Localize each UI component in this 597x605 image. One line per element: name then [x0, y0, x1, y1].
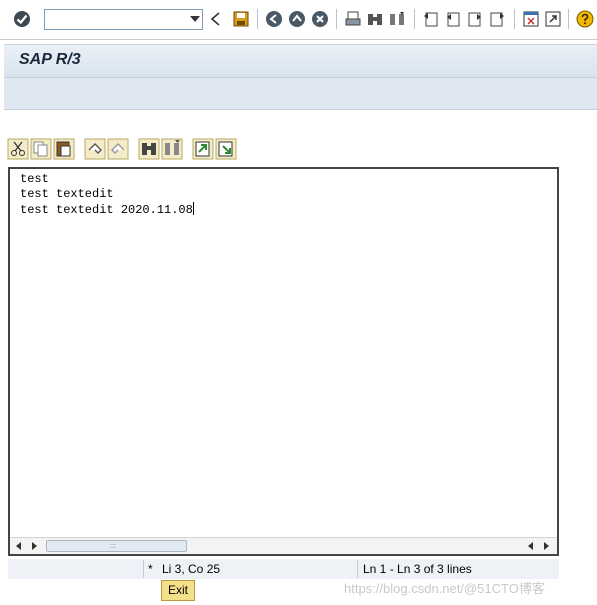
toolbar-separator: [257, 9, 258, 29]
line-count: Ln 1 - Ln 3 of 3 lines: [363, 562, 472, 576]
create-session-icon[interactable]: [522, 10, 540, 28]
watermark: https://blog.csdn.net/@51CTO博客: [344, 581, 545, 596]
help-icon[interactable]: [576, 10, 594, 28]
modified-marker: *: [148, 562, 153, 576]
paste-icon[interactable]: [53, 138, 75, 160]
toolbar-separator: [336, 9, 337, 29]
save-icon[interactable]: [232, 10, 250, 28]
find-next-icon[interactable]: [388, 10, 406, 28]
cut-icon[interactable]: [7, 138, 29, 160]
text-editor[interactable]: test test textedit test textedit 2020.11.0…: [8, 167, 559, 556]
command-input[interactable]: [49, 12, 181, 27]
load-local-file-icon[interactable]: [192, 138, 214, 160]
previous-page-icon[interactable]: [444, 10, 462, 28]
redo-icon[interactable]: [107, 138, 129, 160]
chevron-down-icon[interactable]: [190, 16, 200, 22]
scroll-left-icon[interactable]: [16, 542, 21, 550]
scroll-right-icon[interactable]: [32, 542, 37, 550]
first-page-icon[interactable]: [422, 10, 440, 28]
cursor-position: Li 3, Co 25: [162, 562, 221, 576]
find-next-icon[interactable]: [161, 138, 183, 160]
print-icon[interactable]: [344, 10, 362, 28]
system-toolbar: [0, 0, 597, 40]
application-toolbar: [4, 77, 597, 110]
editor-line: test textedit 2020.11.08: [20, 203, 193, 217]
text-cursor: [192, 202, 194, 215]
cancel-icon[interactable]: [311, 10, 329, 28]
save-local-file-icon[interactable]: [215, 138, 237, 160]
page-title: SAP R/3: [19, 51, 81, 68]
status-divider: [357, 560, 358, 578]
editor-text[interactable]: test test textedit test textedit 2020.11.0…: [20, 172, 194, 218]
next-page-icon[interactable]: [466, 10, 484, 28]
scroll-left-end-icon[interactable]: [528, 542, 533, 550]
back-arrow-icon[interactable]: [265, 10, 283, 28]
horizontal-scrollbar[interactable]: :::: [10, 537, 557, 554]
back-icon[interactable]: [207, 10, 225, 28]
create-shortcut-icon[interactable]: [544, 10, 562, 28]
copy-icon[interactable]: [30, 138, 52, 160]
editor-line-current: test textedit 2020.11.08: [20, 202, 194, 218]
last-page-icon[interactable]: [488, 10, 506, 28]
grip-icon: :::: [110, 543, 116, 550]
find-icon[interactable]: [138, 138, 160, 160]
find-icon[interactable]: [366, 10, 384, 28]
scroll-thumb[interactable]: :::: [46, 540, 187, 552]
undo-icon[interactable]: [84, 138, 106, 160]
toolbar-separator: [568, 9, 569, 29]
exit-icon[interactable]: [288, 10, 306, 28]
exit-button[interactable]: Exit: [161, 580, 195, 601]
toolbar-separator: [514, 9, 515, 29]
title-bar: SAP R/3: [4, 44, 597, 77]
scroll-right-end-icon[interactable]: [544, 542, 549, 550]
status-divider: [143, 560, 144, 578]
sap-window: SAP R/3 test test textedit test textedit…: [0, 0, 597, 605]
command-field[interactable]: [44, 9, 203, 30]
enter-icon[interactable]: [13, 10, 31, 28]
toolbar-separator: [414, 9, 415, 29]
editor-toolbar: [7, 138, 567, 162]
editor-line: test textedit: [20, 187, 114, 201]
editor-status-bar: * Li 3, Co 25 Ln 1 - Ln 3 of 3 lines: [8, 559, 559, 579]
editor-line: test: [20, 172, 49, 186]
